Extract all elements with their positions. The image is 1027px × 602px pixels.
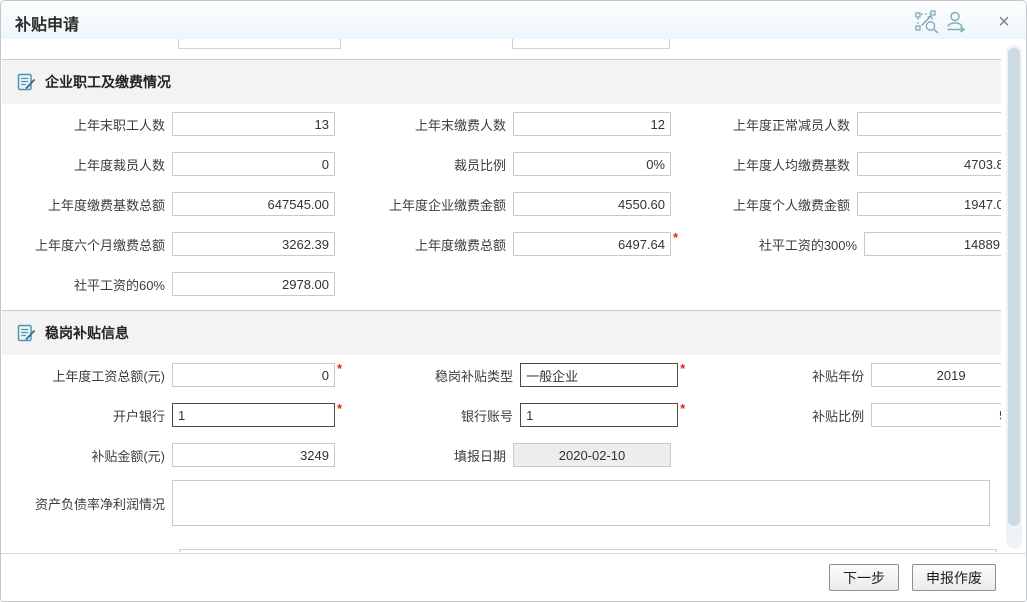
form-row: 上年度裁员人数 裁员比例 上年度人均缴费基数 — [2, 144, 1001, 184]
form-row: 开户银行 * 银行账号 * 补贴比例 * — [2, 395, 1001, 435]
fill-date-input[interactable] — [513, 443, 671, 467]
payment-base-total-input[interactable] — [172, 192, 335, 216]
clipped-input[interactable] — [512, 39, 670, 49]
field-label: 上年度六个月缴费总额 — [2, 235, 172, 254]
footer-bar: 下一步 申报作废 — [1, 553, 1026, 601]
close-icon[interactable]: × — [992, 10, 1016, 34]
field-label: 上年末职工人数 — [2, 115, 172, 134]
document-edit-icon — [17, 324, 36, 343]
titlebar-icons: × — [914, 9, 1016, 35]
field-label: 补贴金额(元) — [2, 446, 172, 465]
titlebar: 补贴申请 — [1, 1, 1026, 39]
field-label: 社平工资的300% — [678, 235, 864, 254]
form-field: 上年度企业缴费金额 — [335, 184, 671, 224]
enterprise-payment-amount-input[interactable] — [513, 192, 671, 216]
section-header-employees: 企业职工及缴费情况 — [2, 59, 1001, 104]
form-field: 上年度缴费基数总额 — [2, 184, 335, 224]
field-label: 裁员比例 — [335, 155, 513, 174]
section-title: 稳岗补贴信息 — [45, 323, 129, 343]
last-year-end-staff-count-input[interactable] — [172, 112, 335, 136]
field-label: 上年度正常减员人数 — [671, 115, 857, 134]
form-row: 资产负债率净利润情况 — [2, 479, 1001, 527]
form-field: 银行账号 * — [342, 395, 685, 435]
subsidy-type-input[interactable] — [520, 363, 678, 387]
layoff-ratio-input[interactable] — [513, 152, 671, 176]
debt-profit-textarea[interactable] — [172, 480, 990, 526]
form-field: 上年末缴费人数 — [335, 104, 671, 144]
subsidy-amount-input[interactable] — [172, 443, 335, 467]
scrollbar-thumb[interactable] — [1008, 48, 1020, 526]
form-field: 补贴年份 — [685, 355, 1001, 395]
form-field: 上年度工资总额(元) * — [2, 355, 342, 395]
field-label: 上年度裁员人数 — [2, 155, 172, 174]
form-field: 上年度缴费总额 * — [335, 224, 678, 264]
clipped-input[interactable] — [178, 39, 341, 49]
layoff-count-input[interactable] — [172, 152, 335, 176]
partial-scrolled-row-bottom — [2, 547, 1001, 552]
field-label: 上年度缴费总额 — [335, 235, 513, 254]
social-wage-300pct-input[interactable] — [864, 232, 1001, 256]
field-label: 补贴年份 — [685, 366, 871, 385]
field-label: 银行账号 — [342, 406, 520, 425]
field-label: 社平工资的60% — [2, 275, 172, 294]
bank-name-input[interactable] — [172, 403, 335, 427]
six-month-payment-total-input[interactable] — [172, 232, 335, 256]
form-field: 社平工资的60% — [2, 264, 335, 304]
form-field: 补贴金额(元) — [2, 435, 335, 475]
form-scroll-area: 企业职工及缴费情况 上年末职工人数 上年末缴费人数 上年度正常减员人数 上年度裁… — [2, 39, 1001, 552]
document-edit-icon — [17, 73, 36, 92]
field-label: 资产负债率净利润情况 — [2, 494, 172, 513]
form-row: 上年末职工人数 上年末缴费人数 上年度正常减员人数 — [2, 104, 1001, 144]
form-field: 开户银行 * — [2, 395, 342, 435]
field-label: 填报日期 — [335, 446, 513, 465]
form-field: 上年度个人缴费金额 — [671, 184, 1001, 224]
form-field: 上年度正常减员人数 — [671, 104, 1001, 144]
subsidy-application-dialog: 补贴申请 — [0, 0, 1027, 602]
form-field: 裁员比例 — [335, 144, 671, 184]
field-label: 上年度企业缴费金额 — [335, 195, 513, 214]
form-field: 上年度裁员人数 — [2, 144, 335, 184]
void-declaration-button[interactable]: 申报作废 — [912, 564, 996, 591]
vertical-scrollbar[interactable] — [1006, 45, 1022, 549]
personal-payment-amount-input[interactable] — [857, 192, 1001, 216]
field-label: 稳岗补贴类型 — [342, 366, 520, 385]
bank-account-input[interactable] — [520, 403, 678, 427]
form-field: 填报日期 — [335, 435, 671, 475]
form-row: 上年度工资总额(元) * 稳岗补贴类型 * 补贴年份 — [2, 355, 1001, 395]
form-row: 社平工资的60% — [2, 264, 1001, 304]
payment-total-input[interactable] — [513, 232, 671, 256]
subsidy-year-input[interactable] — [871, 363, 1001, 387]
field-label: 补贴比例 — [685, 406, 871, 425]
section-title: 企业职工及缴费情况 — [45, 72, 171, 92]
field-label: 上年度工资总额(元) — [2, 366, 172, 385]
field-label: 上年度个人缴费金额 — [671, 195, 857, 214]
form-field: 补贴比例 * — [685, 395, 1001, 435]
subsidy-ratio-input[interactable] — [871, 403, 1001, 427]
form-field: 上年末职工人数 — [2, 104, 335, 144]
field-label: 上年末缴费人数 — [335, 115, 513, 134]
form-field: 上年度人均缴费基数 — [671, 144, 1001, 184]
partial-scrolled-row-top — [2, 39, 1001, 51]
clipped-textarea[interactable] — [179, 549, 997, 552]
field-label: 开户银行 — [2, 406, 172, 425]
selection-zoom-icon[interactable] — [914, 9, 942, 35]
form-field: 社平工资的300% — [678, 224, 1001, 264]
field-label: 上年度人均缴费基数 — [671, 155, 857, 174]
form-field: 上年度六个月缴费总额 — [2, 224, 335, 264]
field-label: 上年度缴费基数总额 — [2, 195, 172, 214]
form-row: 上年度六个月缴费总额 上年度缴费总额 * 社平工资的300% — [2, 224, 1001, 264]
form-row: 补贴金额(元) 填报日期 — [2, 435, 1001, 475]
next-step-button[interactable]: 下一步 — [829, 564, 899, 591]
section-header-subsidy: 稳岗补贴信息 — [2, 310, 1001, 355]
wage-total-input[interactable] — [172, 363, 335, 387]
avg-payment-base-input[interactable] — [857, 152, 1001, 176]
normal-attrition-count-input[interactable] — [857, 112, 1001, 136]
form-row: 上年度缴费基数总额 上年度企业缴费金额 上年度个人缴费金额 — [2, 184, 1001, 224]
user-icon[interactable] — [942, 9, 970, 35]
social-wage-60pct-input[interactable] — [172, 272, 335, 296]
page-title: 补贴申请 — [15, 11, 79, 35]
last-year-end-payer-count-input[interactable] — [513, 112, 671, 136]
form-field: 稳岗补贴类型 * — [342, 355, 685, 395]
